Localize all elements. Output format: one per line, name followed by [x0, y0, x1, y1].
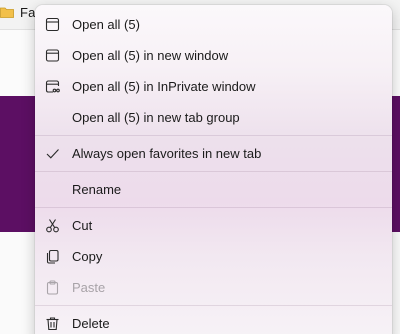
menu-separator [35, 171, 392, 172]
menu-item-rename[interactable]: Rename [35, 174, 392, 205]
scissors-icon [46, 219, 59, 233]
favorites-context-menu: Open all (5) Open all (5) in new window … [35, 5, 392, 334]
menu-item-label: Delete [72, 316, 110, 331]
tab-icon [45, 17, 60, 32]
menu-item-label: Cut [72, 218, 93, 233]
menu-item-label: Rename [72, 182, 122, 197]
copy-icon [46, 249, 59, 264]
menu-item-label: Open all (5) [72, 17, 140, 32]
menu-item-label: Copy [72, 249, 103, 264]
menu-item-always-open-new-tab[interactable]: Always open favorites in new tab [35, 138, 392, 169]
menu-item-label: Paste [72, 280, 106, 295]
menu-item-open-all-tab-group[interactable]: Open all (5) in new tab group [35, 102, 392, 133]
checkmark-icon [46, 149, 59, 159]
folder-icon[interactable] [0, 6, 14, 18]
menu-separator [35, 135, 392, 136]
menu-item-cut[interactable]: Cut [35, 210, 392, 241]
inprivate-window-icon [45, 80, 60, 93]
favorites-folder-label[interactable]: Fa [20, 5, 36, 20]
menu-item-label: Open all (5) in new window [72, 48, 229, 63]
menu-item-delete[interactable]: Delete [35, 308, 392, 334]
menu-separator [35, 207, 392, 208]
menu-item-label: Always open favorites in new tab [72, 146, 262, 161]
menu-item-open-all[interactable]: Open all (5) [35, 9, 392, 40]
menu-separator [35, 305, 392, 306]
menu-item-open-all-inprivate[interactable]: Open all (5) in InPrivate window [35, 71, 392, 102]
menu-item-label: Open all (5) in InPrivate window [72, 79, 256, 94]
trash-icon [46, 317, 59, 331]
menu-item-label: Open all (5) in new tab group [72, 110, 240, 125]
window-icon [45, 49, 60, 62]
paste-icon [46, 280, 59, 295]
menu-item-paste[interactable]: Paste [35, 272, 392, 303]
menu-item-copy[interactable]: Copy [35, 241, 392, 272]
menu-item-open-all-new-window[interactable]: Open all (5) in new window [35, 40, 392, 71]
